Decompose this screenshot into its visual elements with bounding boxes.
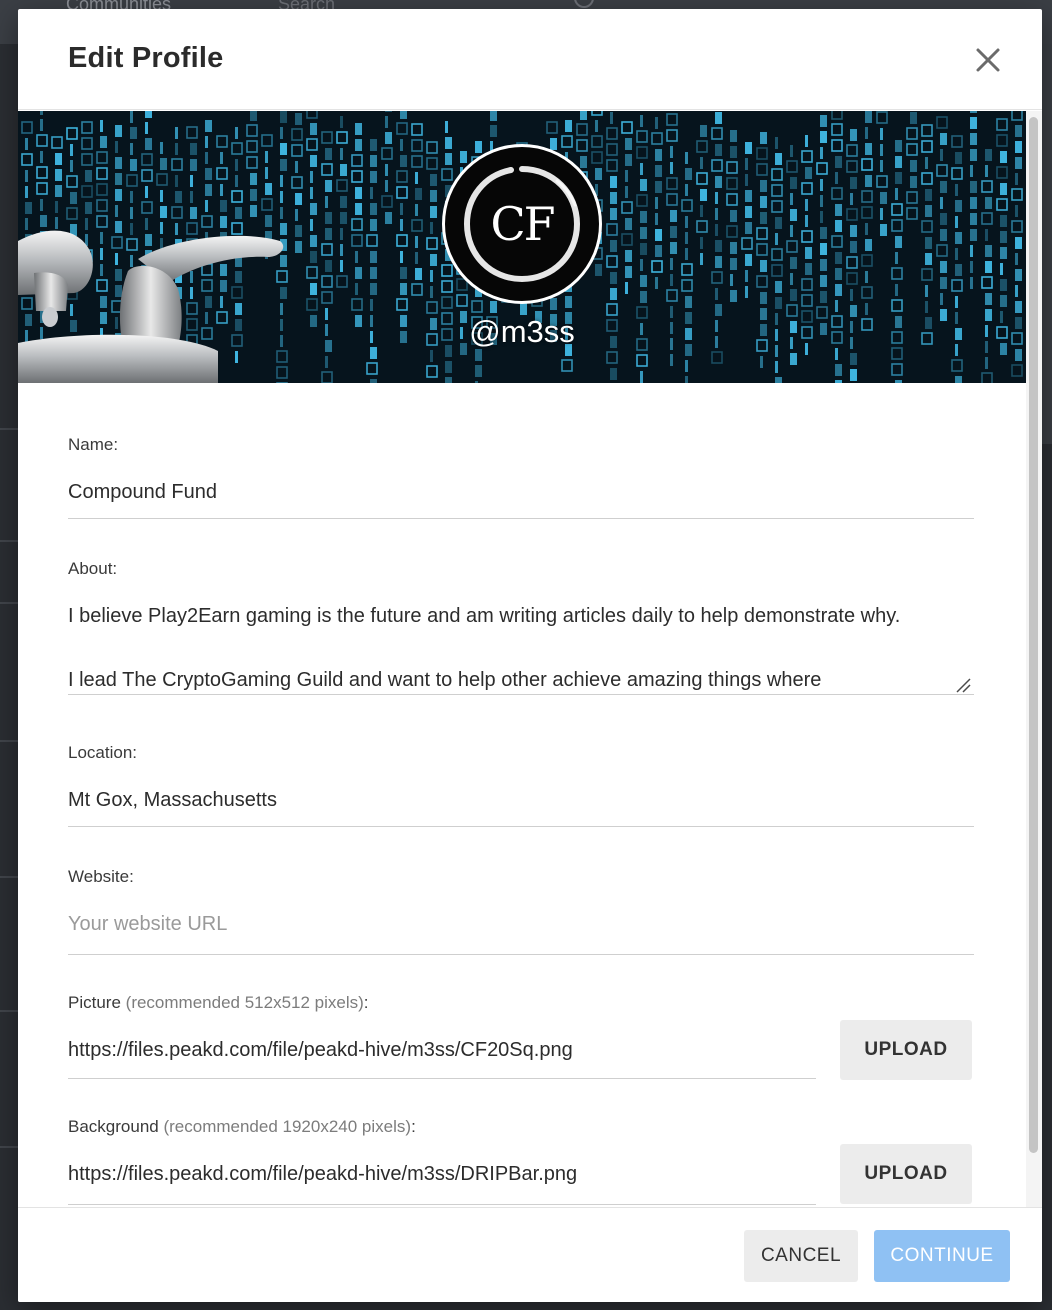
background-divider — [0, 540, 18, 542]
about-text-line: I believe Play2Earn gaming is the future… — [68, 605, 901, 627]
website-field: Website: — [68, 867, 974, 955]
background-url-input[interactable] — [68, 1163, 816, 1205]
name-label: Name: — [68, 435, 119, 454]
background-search-icon — [574, 0, 594, 8]
resize-handle-icon[interactable] — [955, 677, 971, 693]
name-field: Name: — [68, 435, 974, 519]
background-divider — [0, 428, 18, 430]
background-label: Background (recommended 1920x240 pixels)… — [68, 1117, 974, 1137]
background-divider — [0, 602, 18, 604]
picture-label-suffix: : — [363, 993, 369, 1012]
location-input[interactable] — [68, 789, 974, 827]
about-label: About: — [68, 559, 118, 578]
background-hint: (recommended 1920x240 pixels) — [163, 1117, 412, 1136]
background-label-suffix: : — [411, 1117, 416, 1136]
avatar-initials: CF — [490, 197, 555, 251]
profile-handle: @m3ss — [469, 314, 575, 349]
picture-label-text: Picture — [68, 993, 121, 1012]
location-label: Location: — [68, 743, 137, 762]
close-icon — [976, 48, 1000, 72]
background-divider — [0, 1146, 18, 1148]
about-field: About: I believe Play2Earn gaming is the… — [68, 559, 974, 695]
close-button[interactable] — [968, 40, 1008, 80]
modal-footer: CANCEL CONTINUE — [18, 1207, 1042, 1302]
location-field: Location: — [68, 743, 974, 827]
website-label: Website: — [68, 867, 134, 886]
modal-title: Edit Profile — [68, 42, 224, 74]
background-divider — [0, 876, 18, 878]
picture-field: Picture (recommended 512x512 pixels): UP… — [68, 993, 974, 1080]
picture-hint: (recommended 512x512 pixels) — [125, 993, 364, 1012]
name-input[interactable] — [68, 481, 974, 519]
faucet-graphic — [18, 230, 284, 383]
profile-banner: CF @m3ss — [18, 111, 1026, 383]
profile-avatar: CF — [442, 144, 602, 304]
continue-button[interactable]: CONTINUE — [874, 1230, 1010, 1282]
about-textarea[interactable]: I believe Play2Earn gaming is the future… — [68, 591, 974, 695]
background-divider — [0, 1010, 18, 1012]
cancel-button[interactable]: CANCEL — [744, 1230, 858, 1282]
picture-upload-button[interactable]: UPLOAD — [840, 1020, 972, 1080]
modal-body[interactable]: CF @m3ss Name: About: I believe Play2Ear… — [18, 111, 1042, 1207]
about-text-line: I lead The CryptoGaming Guild and want t… — [68, 669, 822, 691]
background-divider — [0, 740, 18, 742]
background-upload-button[interactable]: UPLOAD — [840, 1144, 972, 1204]
edit-profile-modal: Edit Profile CF @m3ss Name: Compound Fun… — [18, 9, 1042, 1302]
website-input[interactable] — [68, 913, 974, 955]
picture-label: Picture (recommended 512x512 pixels): — [68, 993, 974, 1013]
modal-header: Edit Profile — [18, 9, 1042, 110]
picture-url-input[interactable] — [68, 1039, 816, 1079]
background-label-text: Background — [68, 1117, 159, 1136]
scrollbar-thumb[interactable] — [1029, 117, 1038, 1153]
background-field: Background (recommended 1920x240 pixels)… — [68, 1117, 974, 1205]
